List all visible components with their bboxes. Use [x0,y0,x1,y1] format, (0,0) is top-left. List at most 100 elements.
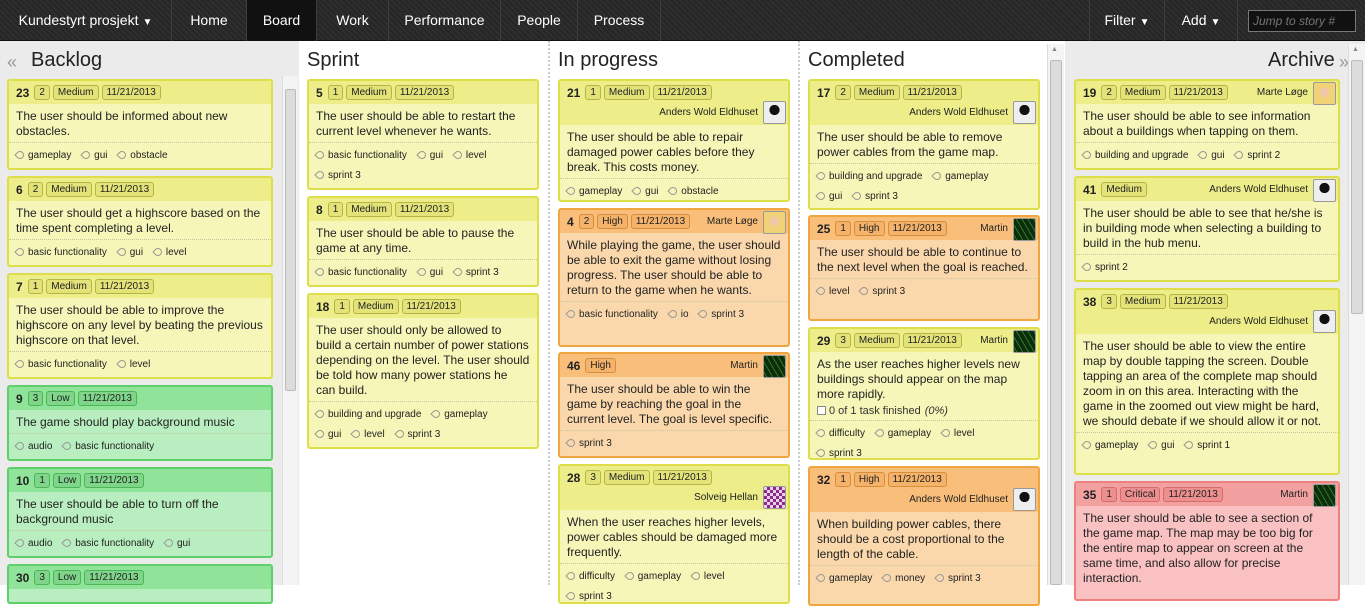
story-card[interactable]: 18 1 Medium 11/21/2013 The user should only … [307,293,539,449]
tag[interactable]: sprint 3 [565,437,612,449]
story-card[interactable]: 17 2 Medium 11/21/2013 Anders Wold Eldhuset T… [808,79,1040,210]
tag[interactable]: level [152,246,186,258]
scrollbar-thumb[interactable] [285,89,296,391]
tag[interactable]: gui [815,190,842,202]
tag[interactable]: sprint 3 [858,285,905,297]
story-card[interactable]: 7 1 Medium 11/21/2013 The user should be abl… [7,273,273,379]
tag[interactable]: level [452,149,486,161]
tag[interactable]: gui [631,185,659,197]
tag[interactable]: level [350,428,385,440]
tag[interactable]: building and upgrade [815,170,922,182]
scrollbar-thumb[interactable] [1050,60,1062,585]
add-menu[interactable]: Add ▼ [1164,0,1238,41]
story-id[interactable]: 5 [316,86,323,100]
tag[interactable]: building and upgrade [1081,149,1188,161]
collapse-left-icon[interactable]: « [7,52,17,73]
story-id[interactable]: 4 [567,215,574,229]
tag[interactable]: gameplay [14,149,71,161]
story-card[interactable]: 6 2 Medium 11/21/2013 The user should get a … [7,176,273,267]
tag[interactable]: basic functionality [565,308,658,320]
scrollbar-thumb[interactable] [1351,60,1363,314]
story-card[interactable]: 21 1 Medium 11/21/2013 Anders Wold Eldhuset T… [558,79,790,202]
story-card[interactable]: 41 Medium Anders Wold Eldhuset The user sho… [1074,176,1340,282]
nav-process[interactable]: Process [577,0,661,41]
tag[interactable]: gameplay [931,170,989,182]
tag[interactable]: sprint 1 [1183,439,1230,451]
tag[interactable]: level [940,427,974,439]
story-card[interactable]: 29 3 Medium 11/21/2013 Martin As the user rea… [808,327,1040,460]
story-card[interactable]: 46 High Martin The user should be able to w… [558,352,790,458]
story-card[interactable]: 38 3 Medium 11/21/2013 Anders Wold Eldhuset T… [1074,288,1340,475]
story-card[interactable]: 23 2 Medium 11/21/2013 The user should be in… [7,79,273,170]
tag[interactable]: sprint 3 [815,447,862,458]
story-card[interactable]: 35 1 Critical 11/21/2013 Martin The user shou… [1074,481,1340,601]
tag[interactable]: sprint 3 [452,266,499,278]
story-id[interactable]: 41 [1083,183,1096,197]
story-id[interactable]: 30 [16,571,29,585]
story-id[interactable]: 9 [16,392,23,406]
tag[interactable]: level [116,358,150,370]
story-id[interactable]: 35 [1083,488,1096,502]
story-id[interactable]: 21 [567,86,580,100]
tag[interactable]: basic functionality [61,440,154,452]
archive-scrollbar[interactable]: ▲ [1348,44,1365,585]
tag[interactable]: sprint 3 [934,572,981,584]
tag[interactable]: sprint 2 [1081,261,1128,273]
tag[interactable]: gameplay [874,427,931,439]
tag[interactable]: gameplay [565,185,622,197]
story-card[interactable]: 10 1 Low 11/21/2013 The user should be able … [7,467,273,558]
story-id[interactable]: 25 [817,222,830,236]
tag[interactable]: basic functionality [61,537,154,549]
tag[interactable]: money [881,572,925,584]
story-id[interactable]: 29 [817,334,830,348]
tag[interactable]: gui [1147,439,1175,451]
tag[interactable]: difficulty [815,427,865,439]
story-id[interactable]: 23 [16,86,29,100]
tag[interactable]: obstacle [667,185,719,197]
filter-menu[interactable]: Filter ▼ [1089,0,1164,41]
story-id[interactable]: 6 [16,183,23,197]
story-card[interactable]: 19 2 Medium 11/21/2013 Marte Løge The user sh… [1074,79,1340,170]
story-id[interactable]: 8 [316,203,323,217]
tag[interactable]: gui [163,537,190,549]
tag[interactable]: gui [314,428,341,440]
jump-to-story-input[interactable] [1248,10,1356,32]
tag[interactable]: audio [14,440,52,452]
tag[interactable]: gameplay [624,570,681,582]
scroll-up-icon[interactable]: ▲ [1051,46,1058,53]
tag[interactable]: sprint 3 [393,428,440,440]
nav-home[interactable]: Home [171,0,246,41]
tag[interactable]: io [667,308,689,320]
tag[interactable]: difficulty [565,570,615,582]
tag[interactable]: gui [416,266,443,278]
tag[interactable]: gui [416,149,443,161]
story-id[interactable]: 38 [1083,295,1096,309]
story-id[interactable]: 28 [567,471,580,485]
tag[interactable]: level [690,570,724,582]
story-id[interactable]: 46 [567,359,580,373]
story-card[interactable]: 30 3 Low 11/21/2013 [7,564,273,604]
backlog-scrollbar[interactable] [282,76,298,585]
tag[interactable]: sprint 3 [697,308,744,320]
project-menu[interactable]: Kundestyrt prosjekt ▼ [0,0,171,41]
nav-work[interactable]: Work [316,0,388,41]
tag[interactable]: gameplay [1081,439,1138,451]
tag[interactable]: sprint 3 [565,590,612,602]
tag[interactable]: obstacle [116,149,168,161]
story-id[interactable]: 32 [817,473,830,487]
tag[interactable]: level [815,285,850,297]
scroll-up-icon[interactable]: ▲ [1352,46,1359,53]
tag[interactable]: basic functionality [314,266,407,278]
board-scrollbar[interactable]: ▲ [1047,44,1064,585]
story-id[interactable]: 19 [1083,86,1096,100]
tag[interactable]: gui [1197,149,1225,161]
story-id[interactable]: 7 [16,280,23,294]
nav-people[interactable]: People [500,0,577,41]
nav-board[interactable]: Board [246,0,316,41]
tag[interactable]: audio [14,537,52,549]
story-card[interactable]: 28 3 Medium 11/21/2013 Solveig Hellan When th… [558,464,790,604]
story-card[interactable]: 4 2 High 11/21/2013 Marte Løge While playing … [558,208,790,347]
story-card[interactable]: 9 3 Low 11/21/2013 The game should play back… [7,385,273,461]
tag[interactable]: gui [116,246,143,258]
tag[interactable]: basic functionality [14,358,107,370]
